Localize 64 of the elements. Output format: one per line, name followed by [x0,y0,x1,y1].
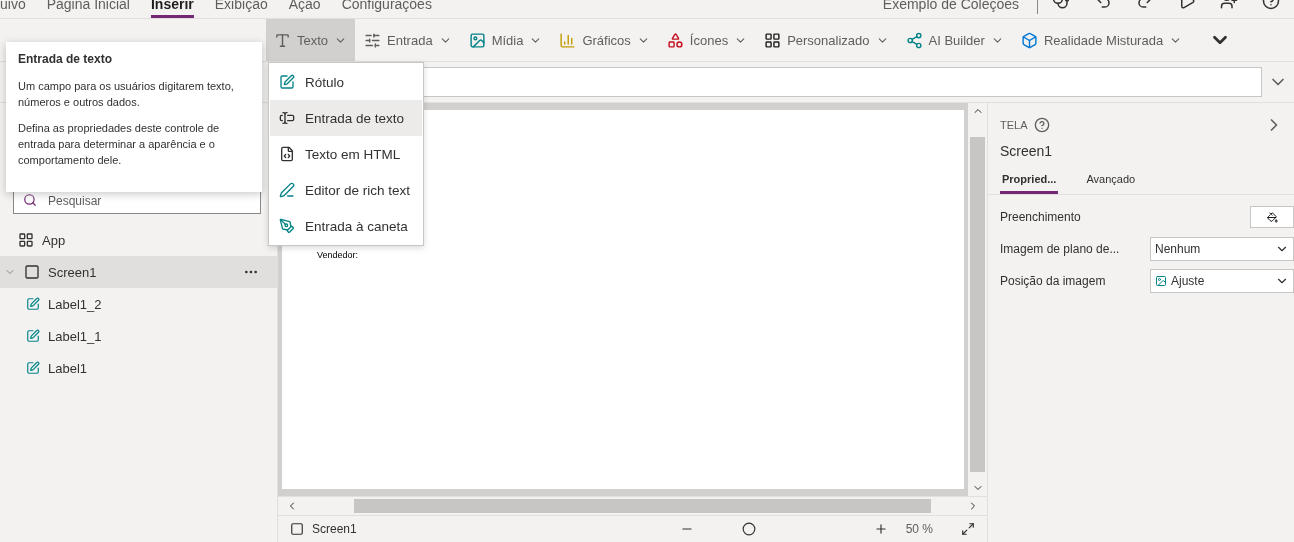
panel-title: Screen1 [999,142,1054,159]
pen-icon [279,182,295,198]
panel-type: TELA [1000,119,1028,131]
toolbar-button[interactable]: Mídia [460,19,551,61]
tree-item-label: Label1 [48,360,88,376]
fit-icon[interactable] [961,522,975,536]
zoom-slider-thumb[interactable] [741,522,756,536]
sliders-icon [364,31,382,49]
tree-item[interactable]: Screen1 [0,256,277,288]
tree-item-label: App [42,232,66,248]
tree-item-label: Screen1 [48,264,97,280]
image-icon [468,31,486,49]
property-dropdown[interactable]: Ajuste [1150,269,1294,293]
screen-icon [24,264,40,280]
tooltip-text: Defina as propriedades deste controle de entrada para determinar a aparência e o comportamento dele. [18,121,221,168]
toolbar-button[interactable]: Texto [266,19,356,61]
canvas-label: Vendedor: [317,250,359,260]
menu-item[interactable]: Rótulo [270,64,422,100]
edit-icon [26,329,40,343]
horizontal-scrollbar[interactable] [278,496,987,515]
tree-item-label: Label1_1 [48,328,102,344]
tooltip-text: Um campo para os usuários digitarem texto, números e outros dados. [18,79,235,110]
fill-color-button[interactable] [1250,206,1294,228]
image-icon [1155,275,1167,287]
edit-icon [26,297,40,311]
property-dropdown[interactable]: Nenhum [1150,237,1294,261]
tree-item[interactable]: Label1_1 [0,320,277,352]
tree-item[interactable]: Label1 [0,352,277,384]
grid-icon [764,31,782,49]
toolbar-button[interactable]: Gráficos [551,19,658,61]
panel-tab[interactable]: Avançado [1084,173,1138,194]
menu-item[interactable]: Editor de rich text [270,172,422,208]
edit-icon [26,361,40,375]
panel-tab[interactable]: Propried... [1000,173,1059,194]
tree-item[interactable]: Label1_2 [0,288,277,320]
cube-icon [1020,31,1038,49]
screen-icon [290,522,304,536]
toolbar-button[interactable]: AI Builder [897,19,1012,61]
pen-nib-icon [279,218,295,234]
property-label: Preenchimento [1000,210,1082,224]
toolbar-button[interactable]: Personalizado [756,19,897,61]
paint-bucket-icon [1266,211,1278,223]
code-file-icon [279,146,295,162]
help-icon[interactable] [1033,117,1050,133]
tooltip-title: Entrada de texto [18,52,114,66]
text-input-icon [279,110,295,126]
menu-item[interactable]: Entrada de texto [270,100,422,136]
text-icon [274,31,291,49]
zoom-in-icon[interactable] [873,522,888,536]
property-label: Posição da imagem [1000,274,1107,288]
toolbar-button[interactable]: Entrada [356,19,460,61]
tree-item-label: Label1_2 [48,296,102,312]
zoom-level: 50 % [905,522,933,536]
property-label: Imagem de plano de... [1000,242,1121,256]
shapes-icon [666,31,684,49]
toolbar-button[interactable]: Realidade Misturada [1012,19,1191,61]
toolbar-button[interactable]: Ícones [658,19,756,61]
screen-name: Screen1 [312,522,358,536]
bar-chart-icon [559,31,577,49]
search-icon [23,193,37,207]
nodes-icon [905,31,923,49]
menu-item[interactable]: Texto em HTML [270,136,422,172]
app-icon [18,232,34,248]
edit-icon [279,74,295,90]
